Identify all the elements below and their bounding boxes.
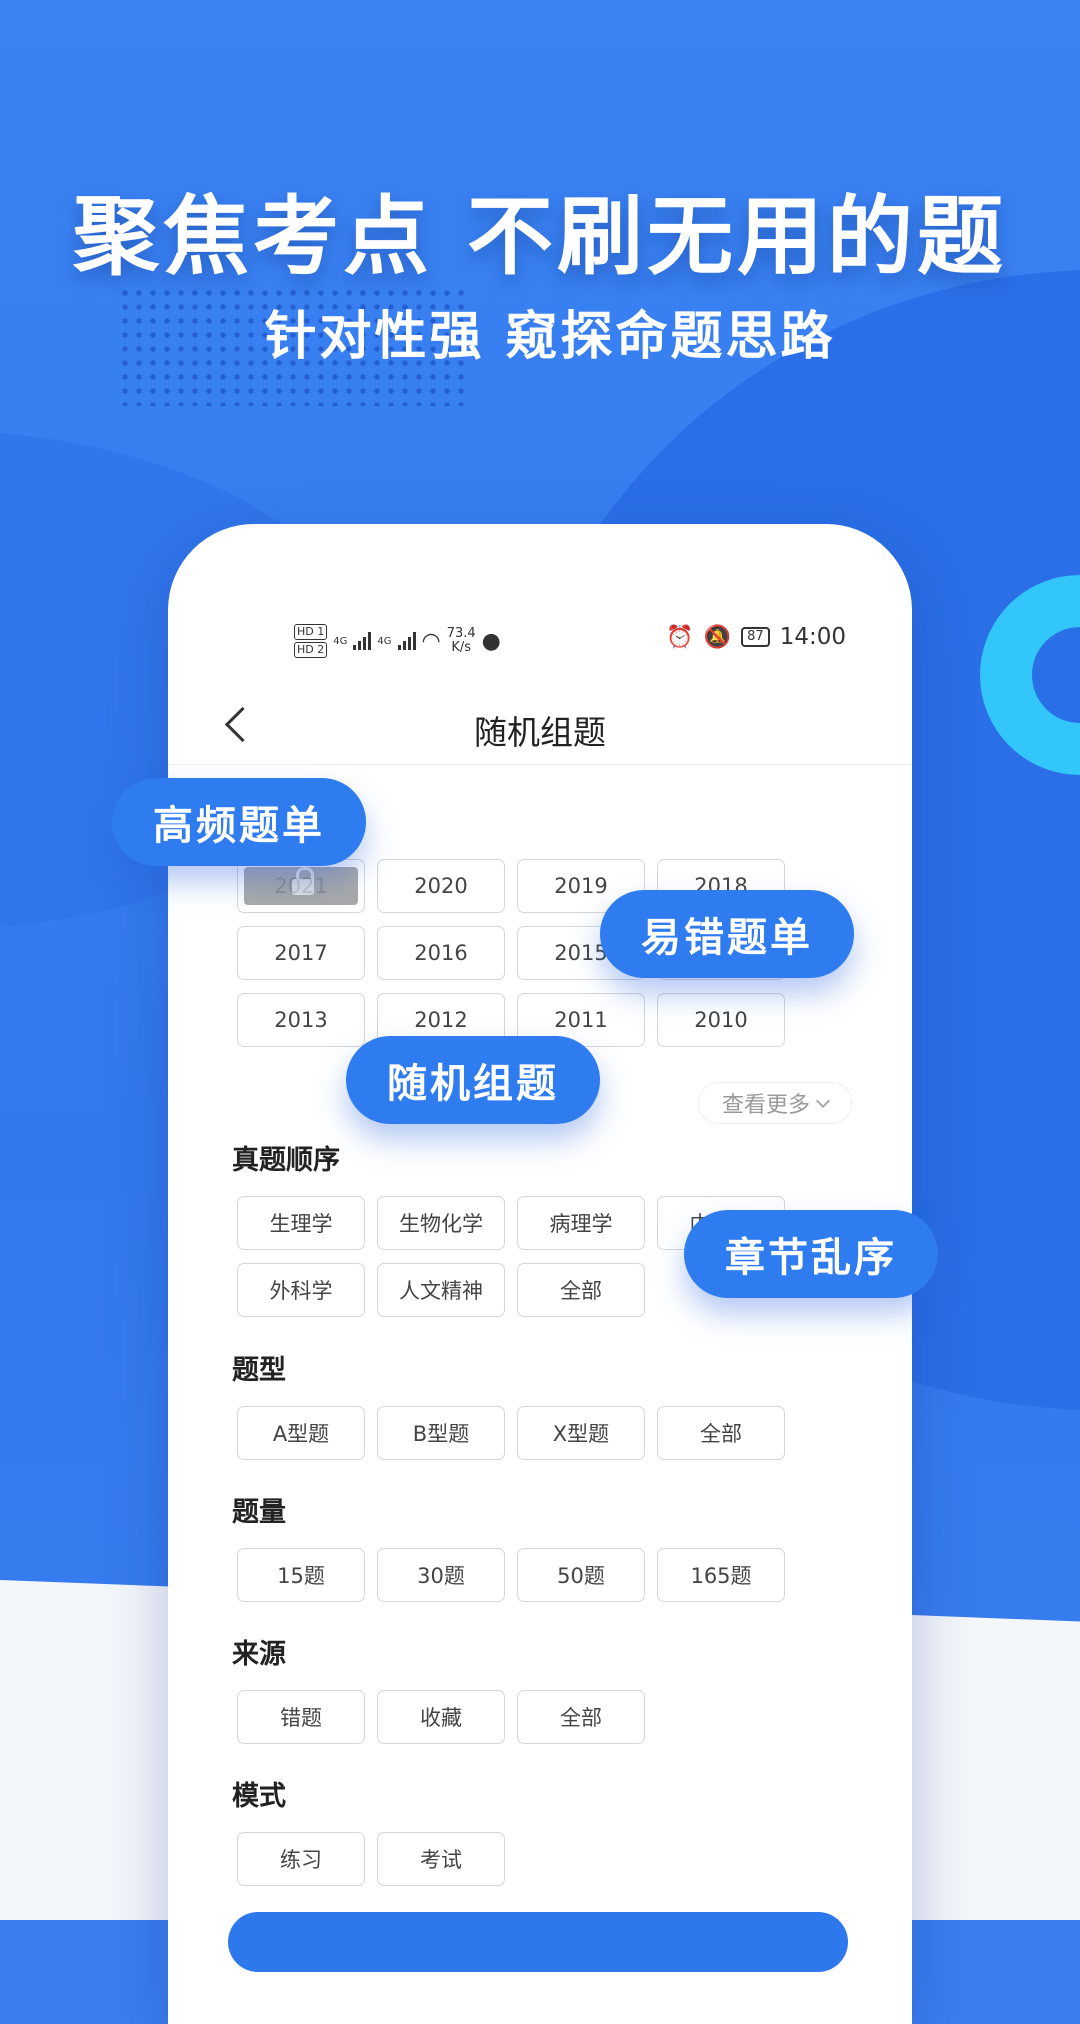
net1-label: 4G [333,635,348,647]
chip-label: 15题 [277,1564,325,1588]
year-chip-label: 2010 [694,1008,748,1032]
section-title-source: 来源 [232,1639,286,1670]
chip-label: 练习 [280,1848,322,1872]
count-chip[interactable]: 15题 [237,1548,365,1602]
year-chip-2013[interactable]: 2013 [237,993,365,1047]
wifi-icon: ◠ [421,628,441,654]
chip-label: X型题 [552,1422,610,1446]
see-more-label: 查看更多 [721,1093,810,1118]
hd2-icon: HD 2 [294,642,328,658]
alarm-icon: ⏰ [666,624,694,650]
mode-chip[interactable]: 练习 [237,1832,365,1886]
speed-value: 73.4 [446,626,476,641]
year-chip-2010[interactable]: 2010 [657,993,785,1047]
chip-label: 50题 [557,1564,605,1588]
subject-chip[interactable]: 生物化学 [377,1196,505,1250]
see-more-button[interactable]: 查看更多 [698,1082,852,1124]
lock-icon [292,867,314,895]
year-chip-label: 2017 [274,941,328,965]
type-chip[interactable]: X型题 [517,1406,645,1460]
year-chip-label: 2012 [414,1008,468,1032]
chip-label: 30题 [417,1564,465,1588]
promo-subline: 针对性强 窥探命题思路 [264,307,836,367]
badge-high-frequency: 高频题单 [112,778,366,866]
chip-label: B型题 [412,1422,470,1446]
type-chip[interactable]: 全部 [657,1406,785,1460]
year-chip-label: 2016 [414,941,468,965]
source-chip[interactable]: 错题 [237,1690,365,1744]
section-title-mode: 模式 [232,1781,286,1812]
year-chip-2016[interactable]: 2016 [377,926,505,980]
badge-chapter-shuffle: 章节乱序 [684,1210,938,1298]
chip-label: 全部 [700,1422,742,1446]
type-chip[interactable]: B型题 [377,1406,505,1460]
section-title-order: 真题顺序 [232,1145,340,1176]
source-chip[interactable]: 收藏 [377,1690,505,1744]
signal1-icon [353,632,372,650]
chip-label: 错题 [280,1706,322,1730]
year-chip-label: 2013 [274,1008,328,1032]
network-speed: 73.4 K/s [447,627,476,655]
mute-icon: 🔕 [703,624,732,650]
vpn-icon: ● [481,628,501,654]
count-chip[interactable]: 50题 [517,1548,645,1602]
source-chip[interactable]: 全部 [517,1690,645,1744]
year-chip-2017[interactable]: 2017 [237,926,365,980]
year-chip-2020[interactable]: 2020 [377,859,505,913]
chip-label: 生理学 [269,1212,333,1236]
badge-error-prone: 易错题单 [600,890,854,978]
chip-label: 收藏 [420,1706,462,1730]
year-chip-label: 2019 [554,874,608,898]
speed-unit: K/s [451,640,472,655]
subject-chip[interactable]: 全部 [517,1263,645,1317]
chip-label: 生物化学 [399,1212,483,1236]
net2-label: 4G [377,635,392,647]
battery-icon: 87 [741,627,770,647]
section-title-count: 题量 [232,1497,286,1528]
subject-chip[interactable]: 外科学 [237,1263,365,1317]
subject-chip[interactable]: 病理学 [517,1196,645,1250]
year-chip-label: 2020 [414,874,468,898]
mode-chip[interactable]: 考试 [377,1832,505,1886]
count-chip[interactable]: 165题 [657,1548,785,1602]
promo-headline: 聚焦考点 不刷无用的题 [73,187,1007,287]
type-chip[interactable]: A型题 [237,1406,365,1460]
subject-chip[interactable]: 生理学 [237,1196,365,1250]
subject-chip[interactable]: 人文精神 [377,1263,505,1317]
year-chip-label: 2015 [554,941,608,965]
chip-label: 外科学 [269,1279,333,1303]
signal2-icon [397,632,416,650]
status-left: HD 1 HD 2 4G 4G ◠ 73.4 K/s ● [294,624,501,658]
chip-label: 165题 [690,1564,752,1588]
status-bar: HD 1 HD 2 4G 4G ◠ 73.4 K/s ● ⏰ 🔕 87 14:0… [168,624,912,664]
chip-label: A型题 [272,1422,330,1446]
start-button[interactable] [228,1912,848,1972]
chevron-down-icon [815,1093,831,1109]
year-chip-label: 2011 [554,1008,608,1032]
clock: 14:00 [779,624,846,650]
status-right: ⏰ 🔕 87 14:00 [666,624,846,650]
chip-label: 全部 [560,1706,602,1730]
chip-label: 病理学 [549,1212,613,1236]
sim-indicators: HD 1 HD 2 [294,624,328,658]
section-title-type: 题型 [232,1355,286,1386]
count-chip[interactable]: 30题 [377,1548,505,1602]
lock-overlay [244,867,358,905]
chip-label: 全部 [560,1279,602,1303]
hd1-icon: HD 1 [294,624,328,640]
year-chip-2021[interactable]: 2021 [237,859,365,913]
chip-label: 人文精神 [399,1279,483,1303]
badge-random: 随机组题 [346,1036,600,1124]
page-title: 随机组题 [474,713,606,752]
nav-bar: 随机组题 [168,694,912,765]
chip-label: 考试 [420,1848,462,1872]
